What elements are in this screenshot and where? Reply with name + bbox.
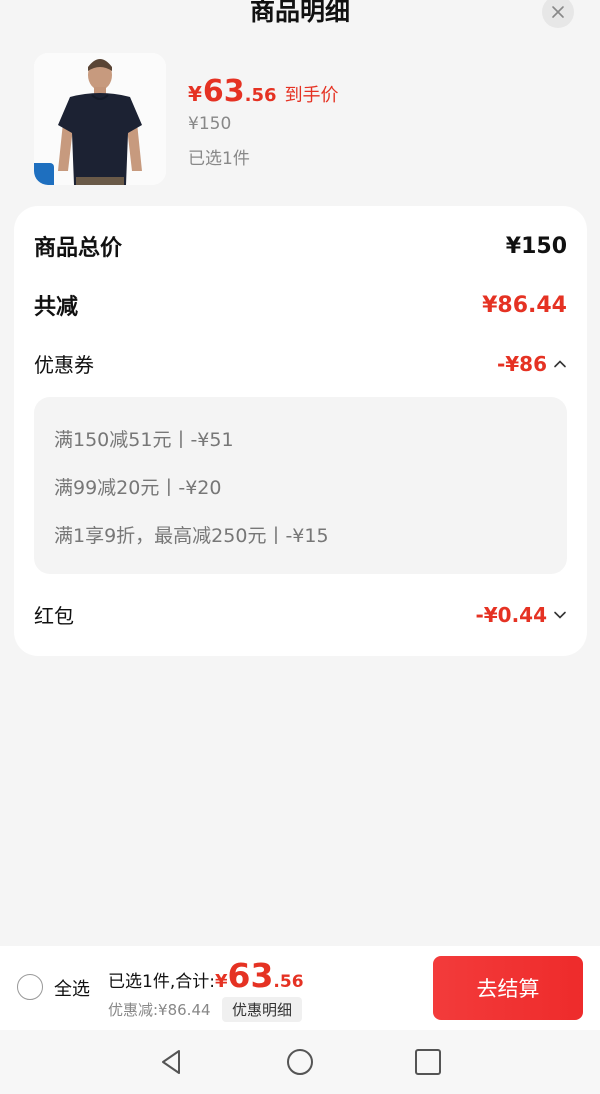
home-icon[interactable] — [285, 1047, 315, 1077]
close-icon — [552, 6, 564, 18]
system-nav-bar — [0, 1030, 600, 1094]
coupon-amount: -¥86 — [496, 351, 547, 376]
reduce-value: ¥86.44 — [482, 292, 567, 318]
total-currency: ¥ — [214, 971, 228, 992]
coupon-item: 满99减20元丨-¥20 — [54, 477, 222, 499]
discount-detail-button[interactable]: 优惠明细 — [222, 997, 303, 1022]
total-integer: 63 — [227, 956, 274, 995]
coupon-item: 满1享9折，最高减250元丨-¥15 — [54, 525, 329, 547]
total-decimal: .56 — [273, 972, 304, 992]
order-detail-page: 商品明细 ¥ 63 .56 到手价 ¥150 已选1件 商品总价 ¥150 共减… — [0, 0, 600, 1094]
price-detail-card: 商品总价 ¥150 共减 ¥86.44 优惠券 -¥86 满150减51元丨-¥… — [14, 206, 587, 656]
checkout-bar: 全选 已选1件,合计: ¥ 63 .56 优惠减:¥86.44 优惠明细 去结算 — [0, 946, 600, 1030]
total-value: ¥150 — [505, 233, 567, 259]
total-prefix: 已选1件,合计: — [108, 972, 215, 992]
redpacket-row[interactable]: 红包 -¥0.44 — [34, 600, 567, 629]
brand-badge-icon — [34, 163, 54, 185]
redpacket-value: -¥0.44 — [475, 603, 567, 627]
total-row: 商品总价 ¥150 — [34, 230, 567, 262]
price-currency: ¥ — [188, 82, 202, 106]
chevron-down-icon — [554, 611, 566, 619]
price-tag: 到手价 — [284, 85, 339, 106]
redpacket-amount: -¥0.44 — [475, 602, 547, 627]
coupon-label: 优惠券 — [34, 353, 94, 377]
original-price: ¥150 — [188, 114, 232, 134]
price-integer: 63 — [202, 74, 245, 109]
selected-count: 已选1件 — [188, 149, 250, 169]
reduce-row: 共减 ¥86.44 — [34, 289, 567, 321]
back-icon[interactable] — [157, 1047, 187, 1077]
recents-icon[interactable] — [413, 1047, 443, 1077]
product-image[interactable] — [34, 53, 166, 185]
coupon-list: 满150减51元丨-¥51 满99减20元丨-¥20 满1享9折，最高减250元… — [34, 397, 567, 574]
price-decimal: .56 — [244, 85, 277, 106]
reduce-label: 共减 — [34, 295, 79, 320]
coupon-row[interactable]: 优惠券 -¥86 — [34, 349, 567, 378]
checkout-button[interactable]: 去结算 — [433, 956, 583, 1020]
total-label: 商品总价 — [34, 236, 123, 261]
redpacket-label: 红包 — [34, 604, 74, 628]
page-title: 商品明细 — [249, 0, 350, 26]
discount-text: 优惠减:¥86.44 — [108, 1001, 211, 1019]
select-all-label[interactable]: 全选 — [54, 975, 90, 1001]
total-summary: 已选1件,合计: ¥ 63 .56 — [108, 956, 304, 995]
select-all-checkbox[interactable] — [17, 974, 43, 1000]
final-price: ¥ 63 .56 到手价 — [188, 74, 339, 109]
coupon-value: -¥86 — [497, 352, 567, 376]
chevron-up-icon — [554, 359, 566, 367]
coupon-item: 满150减51元丨-¥51 — [54, 429, 234, 451]
